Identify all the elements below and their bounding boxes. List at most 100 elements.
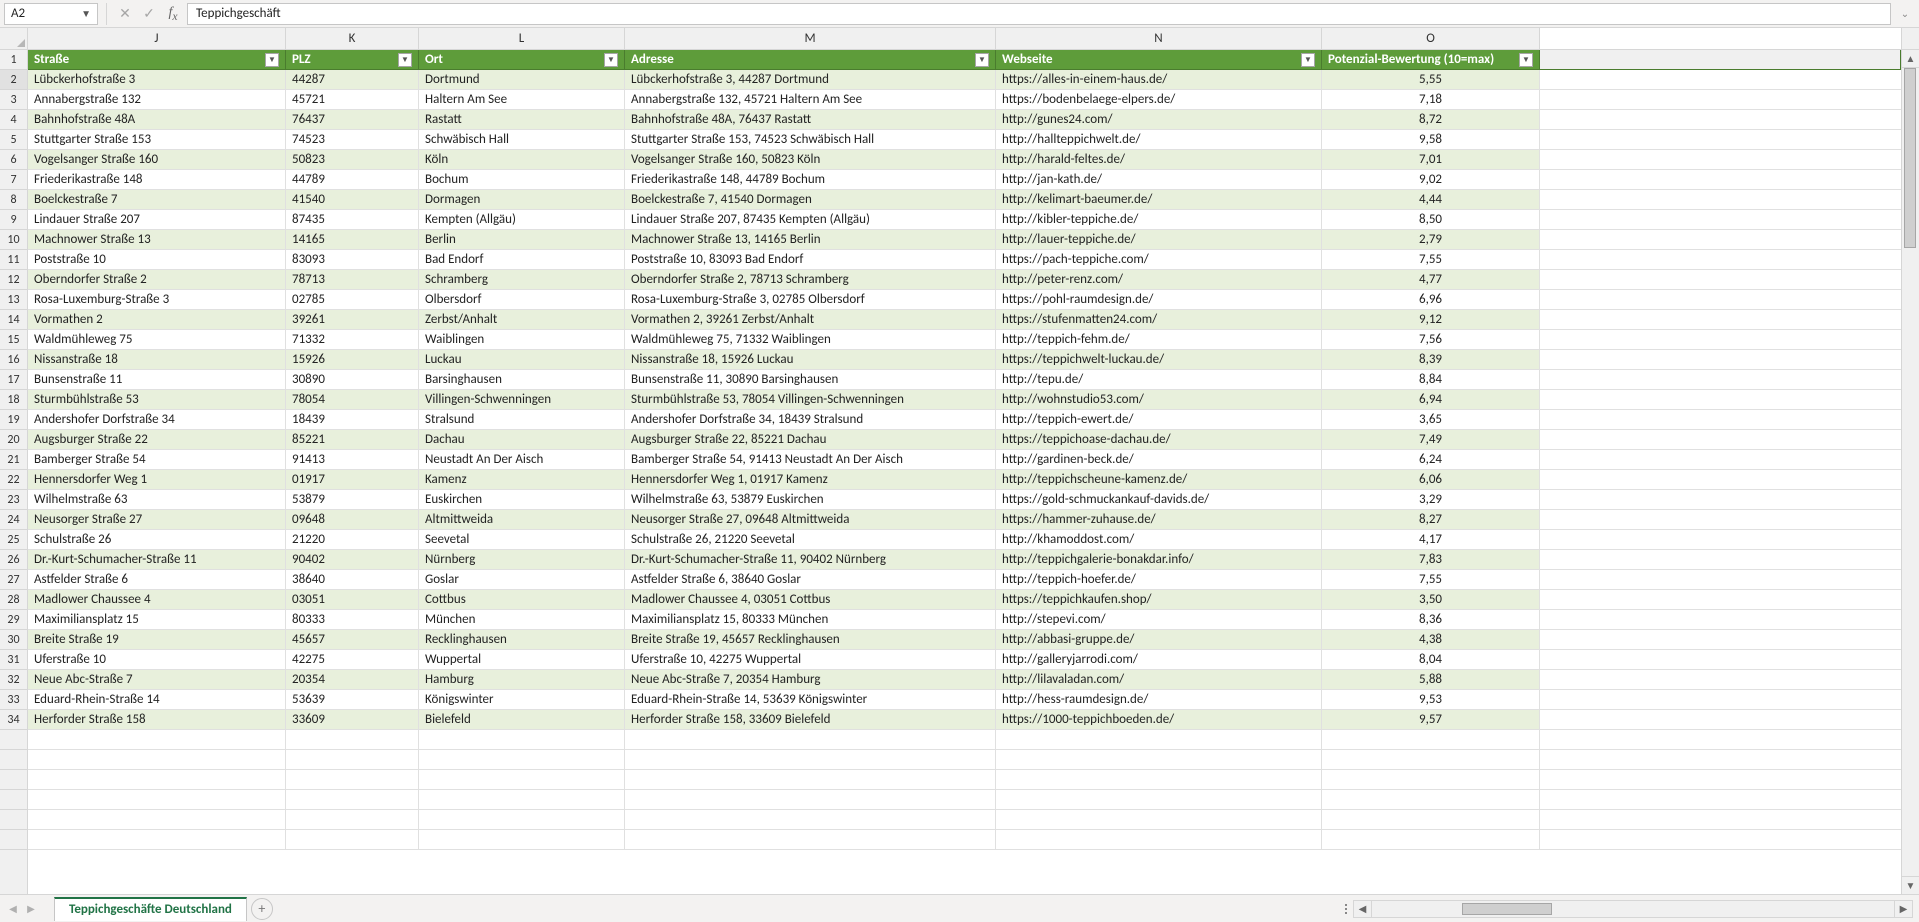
cell-strasse[interactable]: Boelckestraße 7	[28, 190, 286, 209]
cell-web[interactable]: http://lauer-teppiche.de/	[996, 230, 1322, 249]
name-box[interactable]: A2 ▼	[4, 3, 98, 25]
cell-adresse[interactable]: Stuttgarter Straße 153, 74523 Schwäbisch…	[625, 130, 996, 149]
row-number[interactable]: 21	[0, 450, 27, 470]
cell-ort[interactable]: Bielefeld	[419, 710, 625, 729]
cell-plz[interactable]: 01917	[286, 470, 419, 489]
cell-ort[interactable]: Cottbus	[419, 590, 625, 609]
row-number[interactable]: 13	[0, 290, 27, 310]
cell-strasse[interactable]: Wilhelmstraße 63	[28, 490, 286, 509]
cell-ort[interactable]: Dortmund	[419, 70, 625, 89]
cell-plz[interactable]: 09648	[286, 510, 419, 529]
cell-strasse[interactable]: Bamberger Straße 54	[28, 450, 286, 469]
cells-area[interactable]: Straße▼PLZ▼Ort▼Adresse▼Webseite▼Potenzia…	[28, 50, 1901, 894]
cell-po[interactable]: 7,49	[1322, 430, 1540, 449]
cell-po[interactable]: 7,55	[1322, 570, 1540, 589]
cell-ort[interactable]: Altmittweida	[419, 510, 625, 529]
cell-plz[interactable]: 53639	[286, 690, 419, 709]
cell-po[interactable]: 8,72	[1322, 110, 1540, 129]
cell-adresse[interactable]: Oberndorfer Straße 2, 78713 Schramberg	[625, 270, 996, 289]
tab-nav-prev-icon[interactable]: ◀	[6, 902, 20, 916]
cell-plz[interactable]: 41540	[286, 190, 419, 209]
cell-po[interactable]: 8,36	[1322, 610, 1540, 629]
cell-plz[interactable]: 39261	[286, 310, 419, 329]
filter-dropdown-icon[interactable]: ▼	[604, 53, 618, 67]
cell-po[interactable]: 8,39	[1322, 350, 1540, 369]
cell-strasse[interactable]: Vormathen 2	[28, 310, 286, 329]
cell-strasse[interactable]: Augsburger Straße 22	[28, 430, 286, 449]
cell-adresse[interactable]: Bahnhofstraße 48A, 76437 Rastatt	[625, 110, 996, 129]
row-number[interactable]: 10	[0, 230, 27, 250]
cell-web[interactable]: https://hammer-zuhause.de/	[996, 510, 1322, 529]
cell-strasse[interactable]: Sturmbühlstraße 53	[28, 390, 286, 409]
cell-strasse[interactable]: Madlower Chaussee 4	[28, 590, 286, 609]
cell-strasse[interactable]: Schulstraße 26	[28, 530, 286, 549]
row-number[interactable]: 5	[0, 130, 27, 150]
cell-web[interactable]: http://teppichscheune-kamenz.de/	[996, 470, 1322, 489]
cell-strasse[interactable]: Waldmühleweg 75	[28, 330, 286, 349]
row-number[interactable]: 26	[0, 550, 27, 570]
cell-adresse[interactable]: Eduard-Rhein-Straße 14, 53639 Königswint…	[625, 690, 996, 709]
cell-plz[interactable]: 90402	[286, 550, 419, 569]
cell-po[interactable]: 9,02	[1322, 170, 1540, 189]
column-header-N[interactable]: N	[996, 28, 1322, 49]
cell-strasse[interactable]: Andershofer Dorfstraße 34	[28, 410, 286, 429]
cell-adresse[interactable]: Machnower Straße 13, 14165 Berlin	[625, 230, 996, 249]
cell-web[interactable]: http://jan-kath.de/	[996, 170, 1322, 189]
cell-ort[interactable]: Goslar	[419, 570, 625, 589]
formula-input[interactable]: Teppichgeschäft	[187, 3, 1891, 25]
cell-web[interactable]: http://teppichgalerie-bonakdar.info/	[996, 550, 1322, 569]
row-number[interactable]: 20	[0, 430, 27, 450]
cell-web[interactable]: http://abbasi-gruppe.de/	[996, 630, 1322, 649]
cell-po[interactable]: 3,29	[1322, 490, 1540, 509]
row-number[interactable]: 27	[0, 570, 27, 590]
column-header-J[interactable]: J	[28, 28, 286, 49]
cell-web[interactable]: https://stufenmatten24.com/	[996, 310, 1322, 329]
cell-ort[interactable]: Haltern Am See	[419, 90, 625, 109]
header-cell-web[interactable]: Webseite▼	[996, 50, 1322, 69]
cell-plz[interactable]: 87435	[286, 210, 419, 229]
scroll-track[interactable]	[1902, 68, 1919, 876]
cell-po[interactable]: 9,57	[1322, 710, 1540, 729]
cell-adresse[interactable]: Schulstraße 26, 21220 Seevetal	[625, 530, 996, 549]
cell-ort[interactable]: Olbersdorf	[419, 290, 625, 309]
hscroll-thumb[interactable]	[1462, 903, 1552, 915]
cell-web[interactable]: http://gardinen-beck.de/	[996, 450, 1322, 469]
cell-po[interactable]: 7,18	[1322, 90, 1540, 109]
cell-strasse[interactable]: Lübckerhofstraße 3	[28, 70, 286, 89]
cell-adresse[interactable]: Boelckestraße 7, 41540 Dormagen	[625, 190, 996, 209]
cell-ort[interactable]: München	[419, 610, 625, 629]
cell-plz[interactable]: 80333	[286, 610, 419, 629]
column-header-K[interactable]: K	[286, 28, 419, 49]
row-number[interactable]: 9	[0, 210, 27, 230]
cell-po[interactable]: 9,12	[1322, 310, 1540, 329]
row-number[interactable]: 8	[0, 190, 27, 210]
cell-po[interactable]: 4,44	[1322, 190, 1540, 209]
cell-plz[interactable]: 14165	[286, 230, 419, 249]
cell-adresse[interactable]: Nissanstraße 18, 15926 Luckau	[625, 350, 996, 369]
cell-web[interactable]: http://peter-renz.com/	[996, 270, 1322, 289]
cell-strasse[interactable]: Bunsenstraße 11	[28, 370, 286, 389]
cell-plz[interactable]: 78713	[286, 270, 419, 289]
vertical-scrollbar[interactable]: ▲ ▼	[1901, 50, 1919, 894]
filter-dropdown-icon[interactable]: ▼	[398, 53, 412, 67]
cell-strasse[interactable]: Breite Straße 19	[28, 630, 286, 649]
tab-split-grip-icon[interactable]	[1343, 899, 1349, 919]
cell-ort[interactable]: Waiblingen	[419, 330, 625, 349]
cell-po[interactable]: 8,04	[1322, 650, 1540, 669]
row-number[interactable]: 25	[0, 530, 27, 550]
expand-formula-bar-icon[interactable]: ⌄	[1895, 7, 1915, 20]
row-number[interactable]: 2	[0, 70, 27, 90]
cell-web[interactable]: https://alles-in-einem-haus.de/	[996, 70, 1322, 89]
cell-adresse[interactable]: Uferstraße 10, 42275 Wuppertal	[625, 650, 996, 669]
header-cell-strasse[interactable]: Straße▼	[28, 50, 286, 69]
cell-strasse[interactable]: Astfelder Straße 6	[28, 570, 286, 589]
fx-icon[interactable]: fx	[163, 3, 183, 25]
cell-ort[interactable]: Schramberg	[419, 270, 625, 289]
cell-ort[interactable]: Bad Endorf	[419, 250, 625, 269]
cell-web[interactable]: https://pach-teppiche.com/	[996, 250, 1322, 269]
cell-ort[interactable]: Villingen-Schwenningen	[419, 390, 625, 409]
cell-strasse[interactable]: Rosa-Luxemburg-Straße 3	[28, 290, 286, 309]
cell-adresse[interactable]: Vogelsanger Straße 160, 50823 Köln	[625, 150, 996, 169]
horizontal-scrollbar[interactable]: ◀ ▶	[1353, 900, 1913, 918]
cell-web[interactable]: http://teppich-ewert.de/	[996, 410, 1322, 429]
